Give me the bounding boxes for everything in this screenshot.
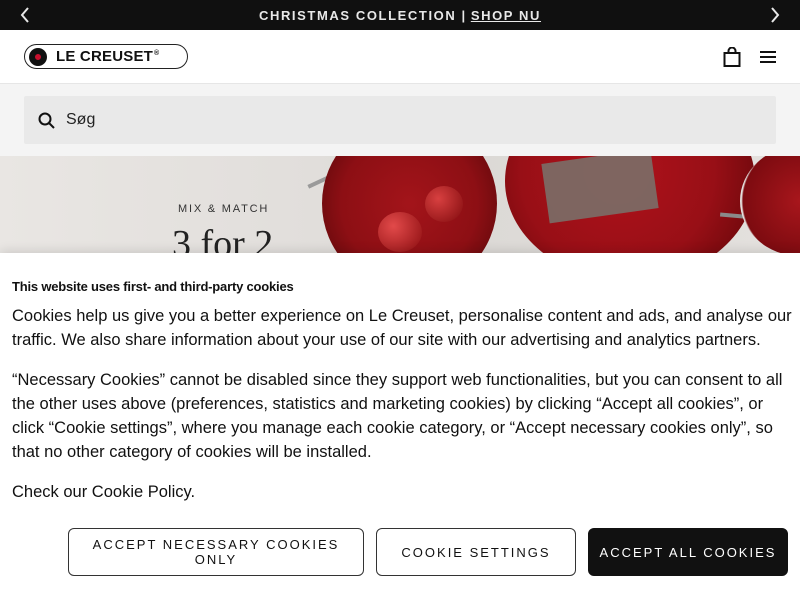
announcement-bar: CHRISTMAS COLLECTION | SHOP NU bbox=[0, 0, 800, 30]
logo-mark-icon bbox=[29, 47, 47, 66]
cookie-policy-link[interactable]: Cookie Policy bbox=[92, 483, 191, 501]
search-bar bbox=[24, 96, 776, 144]
search-section bbox=[0, 84, 800, 156]
logo-text: LE CREUSET® bbox=[56, 48, 160, 65]
cookie-banner: This website uses first- and third-party… bbox=[0, 253, 800, 600]
chevron-left-icon[interactable] bbox=[16, 6, 34, 24]
red-plate-image bbox=[740, 156, 800, 256]
shop-now-link[interactable]: SHOP NU bbox=[471, 8, 541, 23]
apple-image bbox=[425, 186, 463, 222]
le-creuset-logo[interactable]: LE CREUSET® bbox=[24, 44, 188, 69]
hamburger-menu-icon[interactable] bbox=[757, 46, 779, 68]
search-icon[interactable] bbox=[37, 111, 55, 129]
hero-headline: 3 for 2 bbox=[172, 223, 274, 256]
cookie-banner-title: This website uses first- and third-party… bbox=[12, 279, 294, 294]
cookie-policy-line: Check our Cookie Policy. bbox=[12, 480, 195, 504]
search-input[interactable] bbox=[66, 111, 726, 129]
accept-all-cookies-button[interactable]: ACCEPT ALL COOKIES bbox=[588, 528, 788, 576]
announcement-text: CHRISTMAS COLLECTION | bbox=[258, 7, 467, 23]
accept-necessary-cookies-button[interactable]: ACCEPT NECESSARY COOKIES ONLY bbox=[68, 528, 364, 576]
site-header: LE CREUSET® bbox=[0, 30, 800, 84]
chevron-right-icon[interactable] bbox=[766, 6, 784, 24]
hero-eyebrow: MIX & MATCH bbox=[178, 203, 270, 215]
cookie-description: Cookies help us give you a better experi… bbox=[12, 307, 792, 349]
cookie-policy-prefix: Check our bbox=[12, 483, 88, 501]
cookie-policy-suffix: . bbox=[190, 483, 196, 501]
cookie-settings-button[interactable]: COOKIE SETTINGS bbox=[376, 528, 576, 576]
apple-image bbox=[378, 212, 422, 252]
hero-banner[interactable]: MIX & MATCH 3 for 2 bbox=[0, 156, 800, 256]
announcement-message: CHRISTMAS COLLECTION | SHOP NU bbox=[259, 8, 541, 23]
shopping-bag-icon[interactable] bbox=[721, 46, 743, 68]
cookie-consent-explanation: “Necessary Cookies” cannot be disabled s… bbox=[12, 371, 783, 461]
